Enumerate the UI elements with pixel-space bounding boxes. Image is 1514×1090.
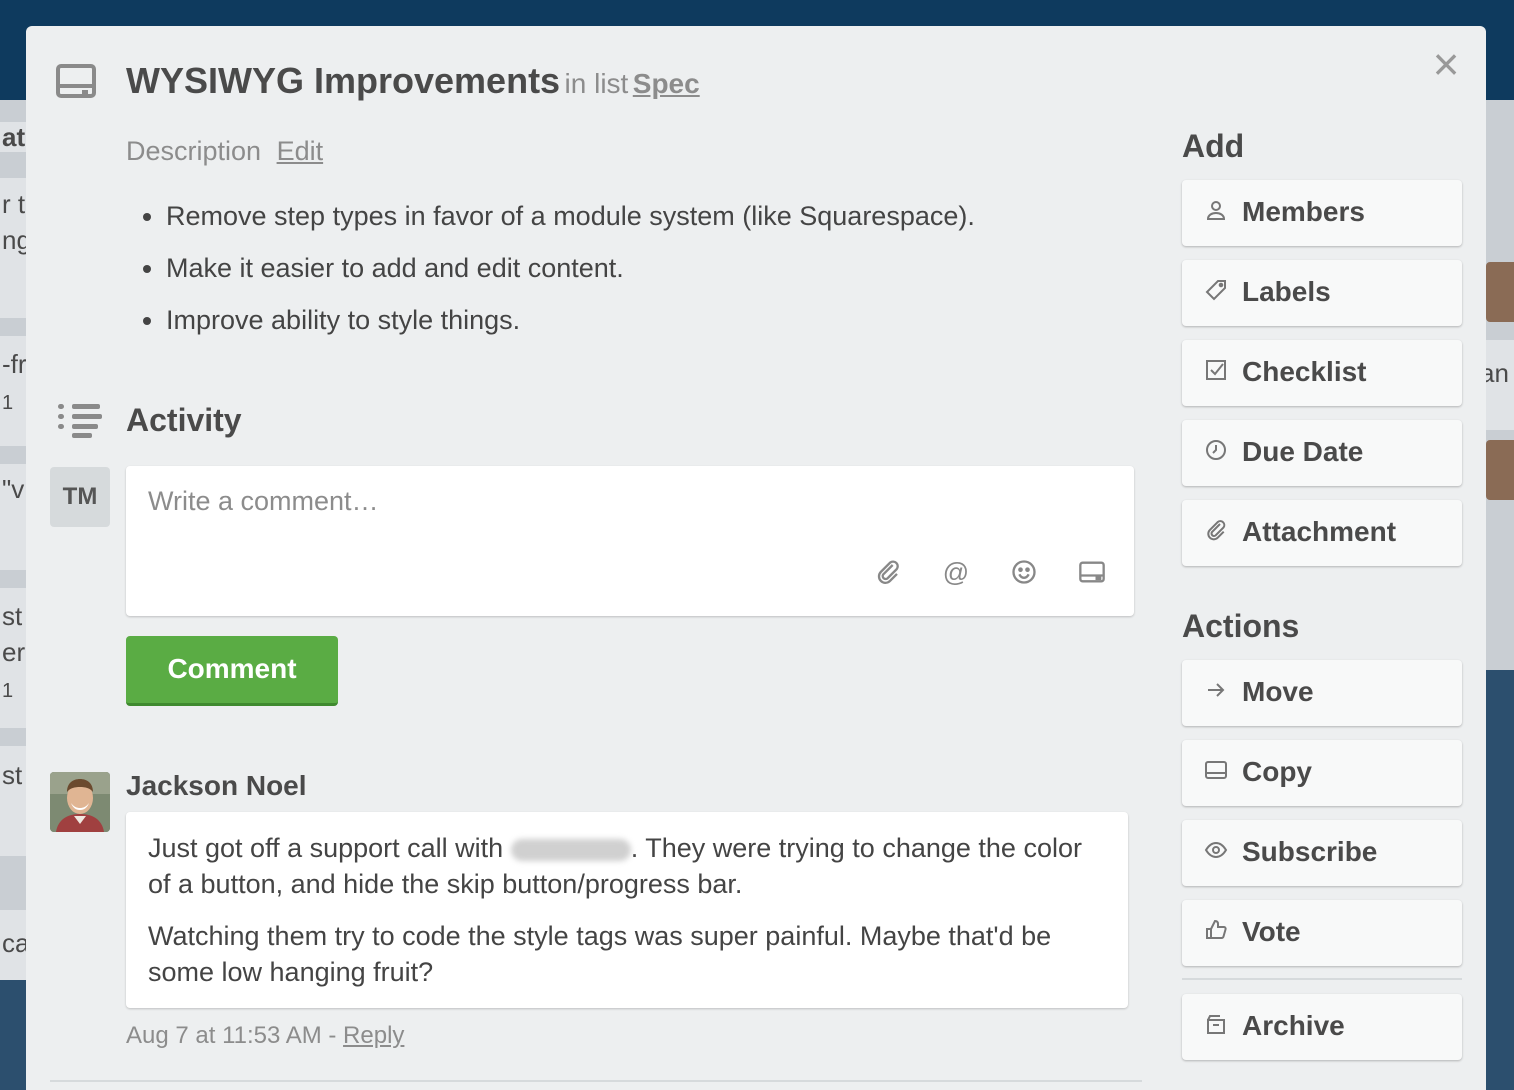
card-title-row: WYSIWYG Improvements in list Spec (126, 60, 700, 102)
button-label: Members (1242, 196, 1365, 227)
button-label: Move (1242, 676, 1314, 707)
avatar[interactable] (50, 772, 110, 832)
current-user-avatar[interactable]: TM (50, 467, 110, 527)
button-label: Archive (1242, 1010, 1345, 1041)
description-label: Description (126, 136, 262, 166)
meta-separator: - (328, 1022, 337, 1049)
description-item: Improve ability to style things. (166, 300, 975, 352)
comment-author[interactable]: Jackson Noel (126, 770, 307, 802)
background-avatar (1486, 440, 1514, 500)
move-button[interactable]: Move (1182, 660, 1462, 726)
close-icon[interactable]: × (1428, 41, 1464, 87)
paperclip-icon (1202, 518, 1230, 546)
reply-link[interactable]: Reply (343, 1022, 404, 1049)
description-item: Make it easier to add and edit content. (166, 248, 975, 300)
copy-button[interactable]: Copy (1182, 740, 1462, 806)
button-label: Checklist (1242, 356, 1367, 387)
button-label: Attachment (1242, 516, 1397, 547)
activity-title: Activity (126, 402, 242, 438)
card-detail-modal: × WYSIWYG Improvements in list Spec Desc… (26, 26, 1486, 1090)
description-header: Description Edit (126, 136, 323, 167)
comment-button[interactable]: Comment (126, 636, 338, 706)
card-icon (56, 64, 96, 98)
members-button[interactable]: Members (1182, 180, 1462, 246)
description-item: Remove step types in favor of a module s… (166, 196, 975, 248)
person-icon (1202, 198, 1230, 226)
clock-icon (1202, 438, 1230, 466)
card-icon[interactable] (1078, 558, 1106, 586)
comment-paragraph: Watching them try to code the style tags… (148, 921, 1052, 987)
eye-icon (1202, 838, 1230, 866)
paperclip-icon[interactable] (874, 558, 902, 586)
vote-button[interactable]: Vote (1182, 900, 1462, 966)
arrow-right-icon (1202, 678, 1230, 706)
divider (50, 1080, 1142, 1082)
labels-button[interactable]: Labels (1182, 260, 1462, 326)
in-list-label: in list (564, 68, 629, 99)
actions-section-title: Actions (1182, 608, 1300, 644)
button-label: Subscribe (1242, 836, 1378, 867)
checklist-button[interactable]: Checklist (1182, 340, 1462, 406)
archive-button[interactable]: Archive (1182, 994, 1462, 1060)
attachment-button[interactable]: Attachment (1182, 500, 1462, 566)
card-icon (1202, 758, 1230, 786)
comment-timestamp[interactable]: Aug 7 at 11:53 AM (126, 1022, 322, 1049)
due-date-button[interactable]: Due Date (1182, 420, 1462, 486)
divider (1182, 978, 1462, 980)
subscribe-button[interactable]: Subscribe (1182, 820, 1462, 886)
edit-description-link[interactable]: Edit (277, 136, 324, 166)
button-label: Labels (1242, 276, 1331, 307)
comment-text: Just got off a support call with (148, 833, 504, 863)
activity-list-icon (58, 404, 102, 438)
button-label: Due Date (1242, 436, 1364, 467)
emoji-icon[interactable] (1010, 558, 1038, 586)
button-label: Copy (1242, 756, 1312, 787)
background-avatar (1486, 262, 1514, 322)
at-icon[interactable]: @ (942, 558, 970, 586)
button-label: Vote (1242, 916, 1301, 947)
card-title[interactable]: WYSIWYG Improvements (126, 60, 560, 101)
tag-icon (1202, 278, 1230, 306)
description-list: Remove step types in favor of a module s… (166, 196, 975, 352)
comment-paragraph: Just got off a support call with . They … (148, 830, 1106, 902)
comment-body: Just got off a support call with . They … (126, 812, 1128, 1008)
redacted-text (510, 838, 631, 861)
list-link[interactable]: Spec (633, 68, 700, 99)
checkbox-icon (1202, 358, 1230, 386)
add-section-title: Add (1182, 128, 1245, 164)
comment-input[interactable]: Write a comment… @ (126, 466, 1134, 616)
comment-meta: Aug 7 at 11:53 AM - Reply (126, 1022, 404, 1050)
comment-placeholder: Write a comment… (148, 486, 379, 516)
archive-icon (1202, 1012, 1230, 1040)
thumbs-up-icon (1202, 918, 1230, 946)
